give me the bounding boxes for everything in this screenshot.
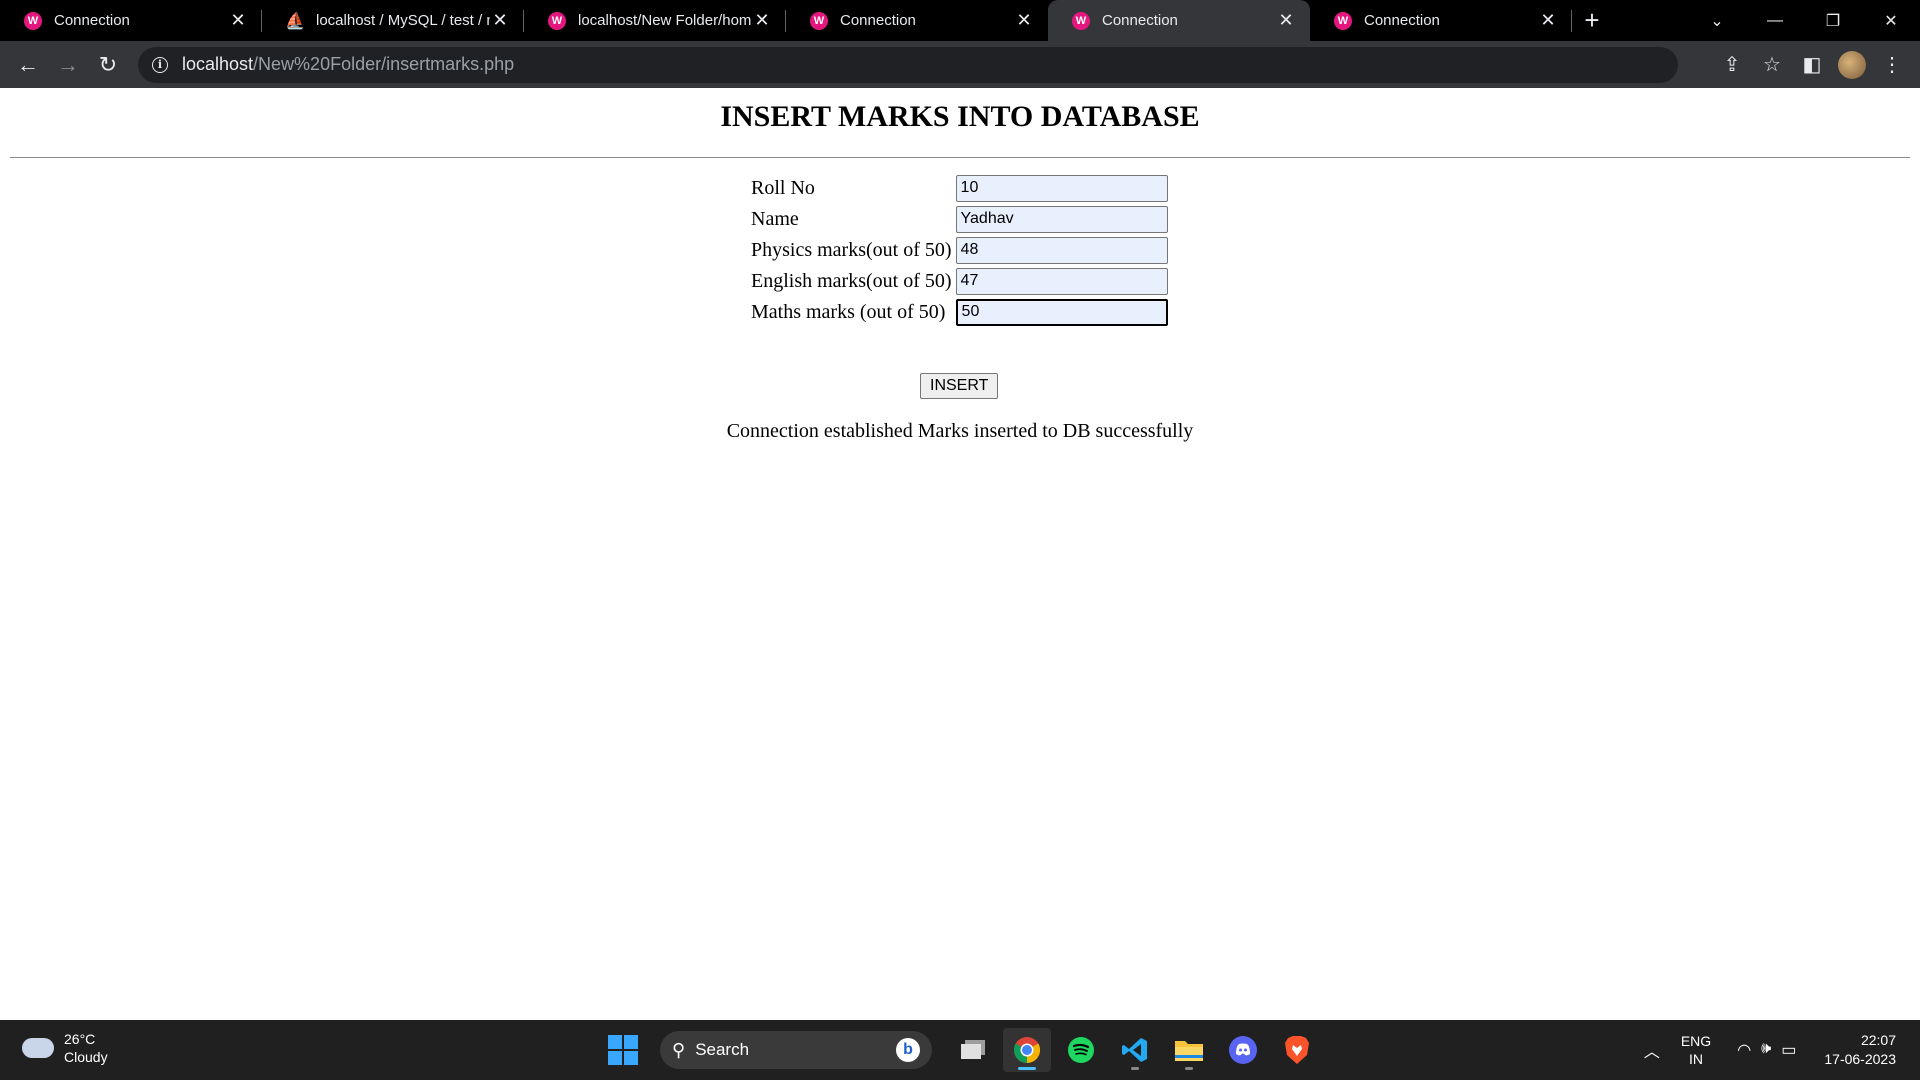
forward-arrow-icon[interactable]: → — [48, 45, 88, 85]
tab-separator — [1571, 10, 1572, 32]
reload-icon[interactable]: ↻ — [88, 45, 128, 85]
physics-marks-label: Physics marks(out of 50) — [751, 238, 952, 261]
share-icon[interactable]: ⇪ — [1712, 45, 1752, 85]
tab-title: localhost/New Folder/home — [578, 12, 752, 29]
wamp-icon: W — [1334, 11, 1352, 30]
url-host: localhost — [182, 54, 254, 74]
date-text: 17-06-2023 — [1824, 1051, 1896, 1067]
address-bar[interactable]: i localhost/New%20Folder/insertmarks.php — [138, 46, 1678, 83]
form-row-roll-no: Roll No — [751, 174, 1168, 202]
close-icon[interactable]: ✕ — [1538, 10, 1558, 31]
tab-title: Connection — [840, 12, 916, 29]
english-marks-input[interactable] — [955, 267, 1168, 295]
wifi-icon: ◠ — [1737, 1042, 1752, 1059]
weather-desc: Cloudy — [64, 1049, 108, 1065]
brave-icon[interactable] — [1273, 1028, 1321, 1072]
wamp-icon: W — [24, 11, 42, 30]
taskbar: 26°C Cloudy ⚲ Search b ︿ ENG IN ◠ 🕪 ▭ 22… — [0, 1020, 1920, 1080]
physics-marks-input[interactable] — [955, 236, 1168, 264]
close-icon[interactable]: ✕ — [490, 10, 510, 31]
bing-icon[interactable]: b — [896, 1038, 920, 1062]
profile-avatar[interactable] — [1838, 50, 1866, 79]
chrome-icon[interactable] — [1003, 1028, 1051, 1072]
task-view-icon[interactable] — [949, 1028, 997, 1072]
taskbar-apps: ⚲ Search b — [608, 1028, 1324, 1072]
form-row-physics: Physics marks(out of 50) — [751, 236, 1168, 264]
close-icon[interactable]: ✕ — [1014, 10, 1034, 31]
lang-line-1: ENG — [1680, 1033, 1712, 1049]
windows-start-icon[interactable] — [608, 1035, 638, 1065]
wamp-icon: W — [810, 11, 828, 30]
restore-icon[interactable]: ❐ — [1804, 0, 1862, 41]
cloud-icon — [22, 1038, 54, 1058]
system-tray: ︿ ENG IN ◠ 🕪 ▭ 22:07 17-06-2023 — [1637, 1020, 1920, 1080]
marks-form: Roll No Name Physics marks(out of 50) En… — [751, 171, 1168, 329]
lang-line-2: IN — [1689, 1051, 1704, 1067]
back-arrow-icon[interactable]: ← — [8, 45, 48, 85]
wamp-icon: W — [548, 11, 566, 30]
browser-toolbar: ← → ↻ i localhost/New%20Folder/insertmar… — [0, 41, 1920, 88]
browser-tab[interactable]: W Connection ✕ — [1310, 0, 1572, 41]
spotify-icon[interactable] — [1057, 1028, 1105, 1072]
tab-search-icon[interactable]: ⌄ — [1688, 0, 1746, 41]
browser-tab[interactable]: ⛵ localhost / MySQL / test / m ✕ — [262, 0, 524, 41]
weather-temp: 26°C — [64, 1031, 96, 1047]
maths-marks-label: Maths marks (out of 50) — [751, 300, 946, 323]
url-path: /New%20Folder/insertmarks.php — [253, 54, 515, 74]
close-icon[interactable]: ✕ — [752, 10, 772, 31]
tab-title: localhost / MySQL / test / m — [316, 12, 490, 29]
maths-marks-input[interactable] — [955, 298, 1168, 326]
new-tab-button[interactable]: + — [1572, 0, 1612, 41]
weather-widget[interactable]: 26°C Cloudy — [22, 1030, 108, 1066]
form-row-name: Name — [751, 205, 1168, 233]
bookmark-star-icon[interactable]: ☆ — [1752, 45, 1792, 85]
phpmyadmin-icon: ⛵ — [285, 12, 305, 30]
tab-title: Connection — [1364, 12, 1440, 29]
time-text: 22:07 — [1860, 1032, 1896, 1048]
roll-no-input[interactable] — [955, 174, 1168, 202]
clock[interactable]: 22:07 17-06-2023 — [1824, 1031, 1896, 1069]
page-title: INSERT MARKS INTO DATABASE — [720, 100, 1200, 133]
language-indicator[interactable]: ENG IN — [1681, 1032, 1711, 1068]
browser-tab-strip: W Connection ✕ ⛵ localhost / MySQL / tes… — [0, 0, 1920, 41]
browser-tab[interactable]: W Connection ✕ — [786, 0, 1048, 41]
site-info-icon[interactable]: i — [152, 56, 168, 73]
status-message: Connection established Marks inserted to… — [726, 420, 1194, 442]
system-status[interactable]: ◠ 🕪 ▭ — [1737, 1040, 1796, 1060]
english-marks-label: English marks(out of 50) — [751, 269, 952, 292]
roll-no-label: Roll No — [751, 176, 815, 199]
discord-icon[interactable] — [1219, 1028, 1267, 1072]
tab-title: Connection — [54, 12, 130, 29]
name-input[interactable] — [955, 205, 1168, 233]
browser-tab[interactable]: W localhost/New Folder/home ✕ — [524, 0, 786, 41]
close-icon[interactable]: ✕ — [1276, 10, 1296, 31]
divider — [10, 157, 1910, 158]
window-close-icon[interactable]: ✕ — [1862, 0, 1920, 41]
name-label: Name — [751, 207, 799, 230]
window-controls: ⌄ — ❐ ✕ — [1688, 0, 1920, 41]
wamp-icon: W — [1072, 11, 1090, 30]
browser-tab[interactable]: W Connection ✕ — [0, 0, 262, 41]
insert-button[interactable]: INSERT — [920, 373, 999, 399]
battery-icon: ▭ — [1781, 1042, 1797, 1059]
search-icon: ⚲ — [672, 1039, 686, 1060]
form-row-maths: Maths marks (out of 50) — [751, 298, 1168, 326]
taskbar-search[interactable]: ⚲ Search b — [660, 1031, 932, 1069]
close-icon[interactable]: ✕ — [228, 10, 248, 31]
browser-tab-active[interactable]: W Connection ✕ — [1048, 0, 1310, 41]
web-page: INSERT MARKS INTO DATABASE Roll No Name … — [0, 88, 1920, 1020]
chevron-up-icon[interactable]: ︿ — [1637, 1038, 1667, 1062]
search-label: Search — [695, 1040, 750, 1059]
form-row-english: English marks(out of 50) — [751, 267, 1168, 295]
minimize-icon[interactable]: — — [1746, 0, 1804, 41]
volume-icon: 🕪 — [1761, 1040, 1772, 1057]
side-panel-icon[interactable]: ◧ — [1792, 45, 1832, 85]
tab-title: Connection — [1102, 12, 1178, 29]
menu-kebab-icon[interactable]: ⋮ — [1872, 45, 1912, 85]
url-text[interactable]: localhost/New%20Folder/insertmarks.php — [182, 54, 514, 75]
toolbar-actions: ⇪ ☆ ◧ ⋮ — [1712, 45, 1920, 85]
file-explorer-icon[interactable] — [1165, 1028, 1213, 1072]
vscode-icon[interactable] — [1111, 1028, 1159, 1072]
